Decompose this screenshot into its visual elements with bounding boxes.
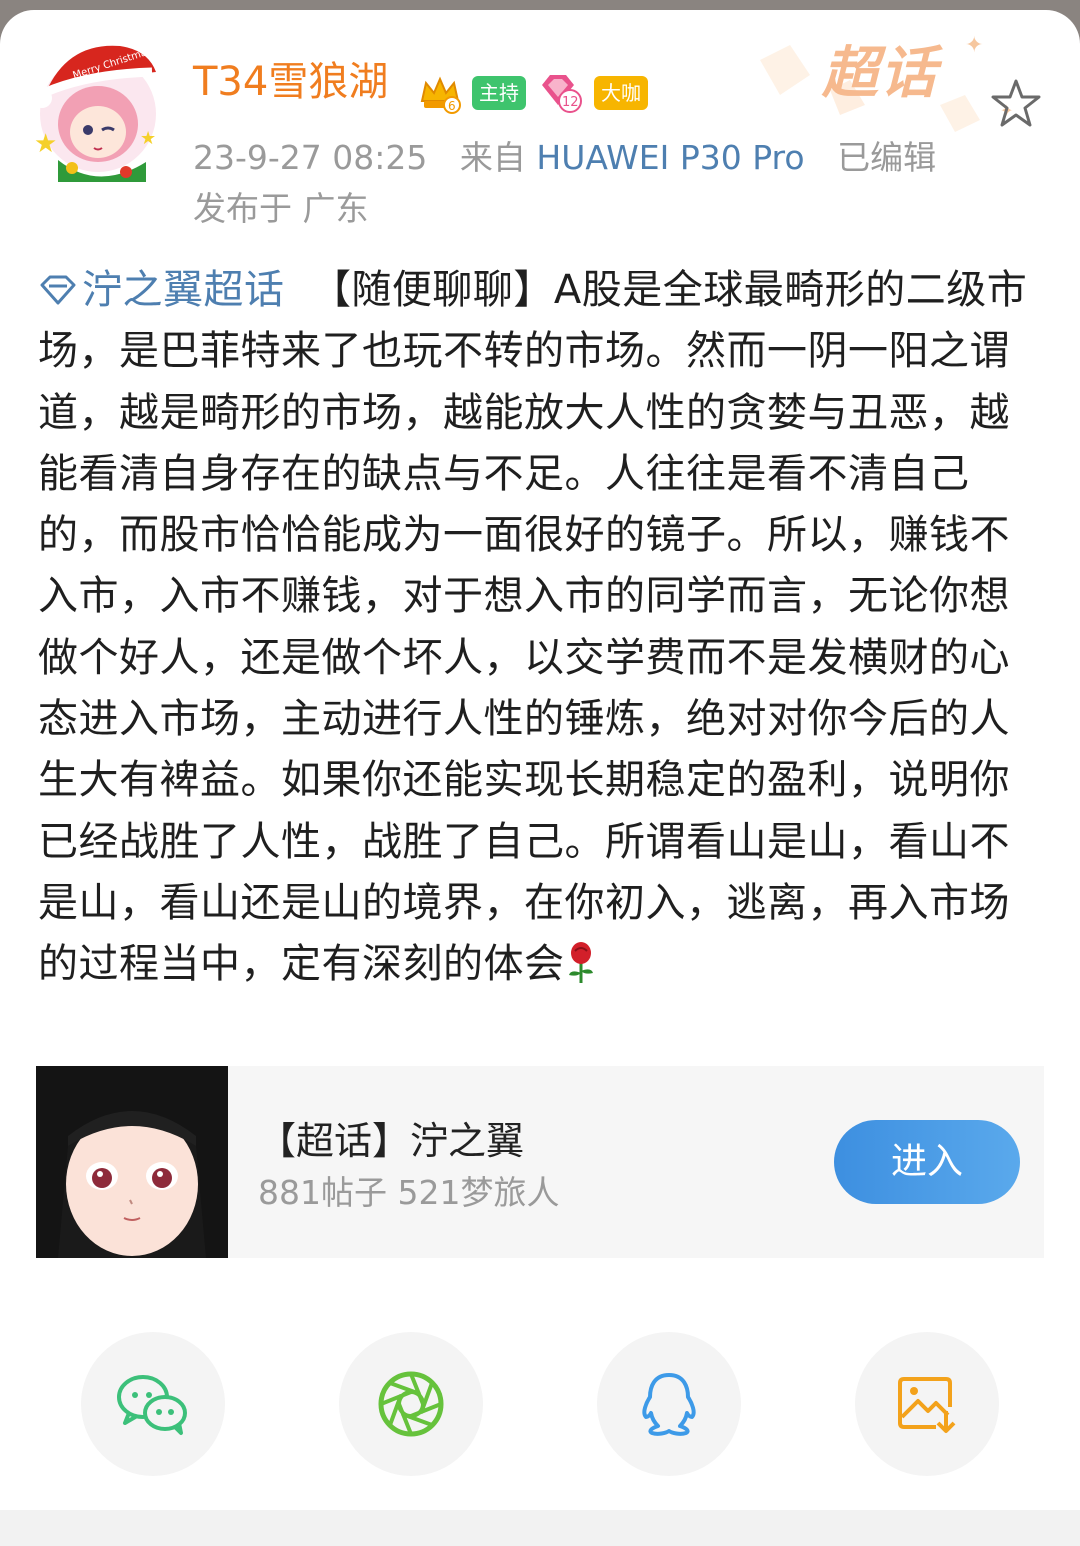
- crown-level-icon[interactable]: 6: [418, 71, 462, 115]
- supertopic-diamond-icon: [40, 275, 76, 305]
- chaohua-logo: 超话: [822, 41, 938, 106]
- community-title: 【超话】泞之翼: [258, 1119, 525, 1163]
- share-save-image-button[interactable]: [855, 1332, 999, 1476]
- post-timestamp: 23-9-27 08:25: [193, 138, 428, 177]
- bottom-bar: [0, 1510, 1080, 1546]
- community-stats: 881帖子 521梦旅人: [258, 1173, 560, 1212]
- post-text: 【随便聊聊】A股是全球最畸形的二级市场，是巴菲特来了也玩不转的市场。然而一阴一阳…: [38, 267, 1028, 988]
- save-image-icon: [898, 1377, 956, 1433]
- moments-icon: [378, 1371, 444, 1437]
- svg-text:★: ★: [140, 128, 156, 149]
- share-moments-button[interactable]: [339, 1332, 483, 1476]
- device-link[interactable]: HUAWEI P30 Pro: [536, 138, 804, 177]
- user-avatar[interactable]: Merry Christmas ★ ★: [28, 32, 168, 192]
- host-badge[interactable]: 主持: [472, 76, 526, 110]
- share-qq-button[interactable]: [597, 1332, 741, 1476]
- from-prefix: 来自: [459, 138, 526, 177]
- post-location: 发布于 广东: [193, 189, 369, 228]
- topic-label[interactable]: 泞之翼超话: [82, 267, 285, 313]
- svg-text:6: 6: [448, 99, 456, 113]
- post-meta: 23-9-27 08:25 来自 HUAWEI P30 Pro 已编辑: [193, 141, 936, 174]
- user-badges: 6 主持 12 大咖: [418, 70, 648, 116]
- post-sheet: ✦ ✦ Merry Christmas ★ ★ T34雪狼湖 6 主持 12 大…: [0, 10, 1080, 1510]
- favorite-star-icon[interactable]: [990, 78, 1042, 130]
- svg-text:✦: ✦: [965, 33, 983, 58]
- fan-level-icon[interactable]: 12: [536, 71, 584, 115]
- rose-emoji-icon: [568, 942, 593, 984]
- community-card[interactable]: 【超话】泞之翼 881帖子 521梦旅人 进入: [36, 1066, 1044, 1258]
- svg-text:12: 12: [562, 95, 579, 110]
- username[interactable]: T34雪狼湖: [193, 62, 388, 102]
- qq-icon: [642, 1373, 696, 1436]
- vip-badge[interactable]: 大咖: [594, 76, 648, 110]
- community-thumbnail: [36, 1066, 228, 1258]
- edited-label[interactable]: 已编辑: [837, 138, 936, 177]
- post-body: 泞之翼超话 【随便聊聊】A股是全球最畸形的二级市场，是巴菲特来了也玩不转的市场。…: [38, 260, 1038, 996]
- svg-text:★: ★: [34, 129, 57, 159]
- enter-button[interactable]: 进入: [834, 1120, 1020, 1204]
- topic-link[interactable]: 泞之翼超话: [38, 267, 285, 313]
- share-wechat-button[interactable]: [81, 1332, 225, 1476]
- wechat-icon: [117, 1375, 187, 1435]
